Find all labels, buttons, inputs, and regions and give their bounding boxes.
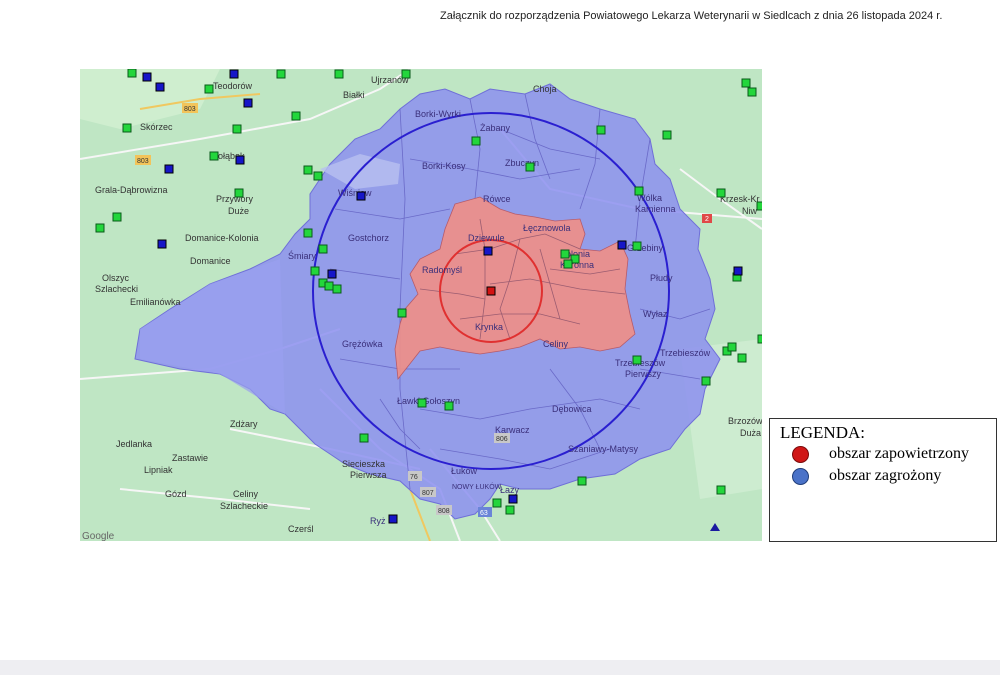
svg-text:Celiny: Celiny xyxy=(543,339,569,349)
blue-dot-icon xyxy=(792,467,809,485)
svg-text:Duża: Duża xyxy=(740,428,761,438)
svg-text:Czerśl: Czerśl xyxy=(288,524,314,534)
svg-text:803: 803 xyxy=(184,106,196,113)
svg-text:Celiny: Celiny xyxy=(233,489,259,499)
legend-item-infected: obszar zapowietrzony xyxy=(792,445,969,463)
svg-text:Gostchorz: Gostchorz xyxy=(348,233,390,243)
svg-text:Białki: Białki xyxy=(343,90,365,100)
svg-text:Niw: Niw xyxy=(742,206,757,216)
svg-text:Borki-Kosy: Borki-Kosy xyxy=(422,161,466,171)
svg-text:Skórzec: Skórzec xyxy=(140,122,173,132)
svg-text:Szaniawy-Matysy: Szaniawy-Matysy xyxy=(568,444,639,454)
svg-text:Emilianówka: Emilianówka xyxy=(130,297,181,307)
legend-item-threatened: obszar zagrożony xyxy=(792,467,941,485)
svg-text:Śmiary: Śmiary xyxy=(288,250,317,261)
svg-text:Dębowica: Dębowica xyxy=(552,404,592,414)
red-dot-icon xyxy=(792,445,809,463)
svg-text:Duże: Duże xyxy=(228,206,249,216)
map-attribution: Google xyxy=(82,531,115,541)
svg-text:Krynka: Krynka xyxy=(475,322,503,332)
svg-text:NOWY ŁUKÓW: NOWY ŁUKÓW xyxy=(452,482,502,491)
svg-text:806: 806 xyxy=(496,436,508,443)
svg-text:Brzozów: Brzozów xyxy=(728,416,762,426)
svg-text:Zastawie: Zastawie xyxy=(172,453,208,463)
legend-label-threatened: obszar zagrożony xyxy=(829,467,942,484)
svg-text:Grężówka: Grężówka xyxy=(342,339,383,349)
svg-text:Jedlanka: Jedlanka xyxy=(116,439,152,449)
legend-title: LEGENDA: xyxy=(780,423,865,442)
svg-text:Trzebieszów: Trzebieszów xyxy=(660,348,711,358)
legend-label-infected: obszar zapowietrzony xyxy=(829,445,969,462)
svg-text:Gózd: Gózd xyxy=(165,489,187,499)
svg-text:Zdżary: Zdżary xyxy=(230,419,258,429)
svg-text:Choja: Choja xyxy=(533,84,557,94)
svg-text:2: 2 xyxy=(705,216,709,223)
svg-text:803: 803 xyxy=(137,158,149,165)
svg-text:Łęcznowola: Łęcznowola xyxy=(523,223,571,233)
svg-text:Kamienna: Kamienna xyxy=(635,204,676,214)
map-view[interactable]: Teodorów Skórzec Gołąbek Grala-Dąbrowizn… xyxy=(80,69,762,541)
svg-text:Lipniak: Lipniak xyxy=(144,465,173,475)
svg-text:Wyłaz: Wyłaz xyxy=(643,309,668,319)
svg-text:Łuków: Łuków xyxy=(451,466,478,476)
svg-text:Olszyc: Olszyc xyxy=(102,273,130,283)
svg-text:Domanice-Kolonia: Domanice-Kolonia xyxy=(185,233,259,243)
svg-text:Grzebiny: Grzebiny xyxy=(627,243,664,253)
svg-text:808: 808 xyxy=(438,508,450,515)
svg-text:Płudy: Płudy xyxy=(650,273,673,283)
svg-text:Szlachecki: Szlachecki xyxy=(95,284,138,294)
svg-text:Radomyśl: Radomyśl xyxy=(422,265,462,275)
svg-text:Rówce: Rówce xyxy=(483,194,511,204)
svg-text:Domanice: Domanice xyxy=(190,256,231,266)
svg-text:Żabany: Żabany xyxy=(480,123,511,133)
svg-text:Szlacheckie: Szlacheckie xyxy=(220,501,268,511)
document-header: Załącznik do rozporządzenia Powiatowego … xyxy=(440,10,943,22)
bottom-bar xyxy=(0,660,1000,675)
svg-text:Siecieszka: Siecieszka xyxy=(342,459,385,469)
svg-text:Pierwszy: Pierwszy xyxy=(625,369,662,379)
svg-text:Dziewule: Dziewule xyxy=(468,233,505,243)
svg-text:63: 63 xyxy=(480,510,488,517)
svg-text:Pierwsza: Pierwsza xyxy=(350,470,387,480)
svg-text:Borki-Wyrki: Borki-Wyrki xyxy=(415,109,461,119)
svg-text:Ryż: Ryż xyxy=(370,516,386,526)
svg-text:Teodorów: Teodorów xyxy=(213,81,253,91)
svg-text:Łazy: Łazy xyxy=(500,485,520,495)
svg-text:76: 76 xyxy=(410,474,418,481)
outbreak-marker[interactable] xyxy=(486,286,496,296)
svg-text:807: 807 xyxy=(422,490,434,497)
svg-text:Wiśniew: Wiśniew xyxy=(338,188,372,198)
svg-text:Krzesk-Kr: Krzesk-Kr xyxy=(720,194,760,204)
legend: LEGENDA: obszar zapowietrzony obszar zag… xyxy=(769,418,997,542)
svg-text:Grala-Dąbrowizna: Grala-Dąbrowizna xyxy=(95,185,168,195)
